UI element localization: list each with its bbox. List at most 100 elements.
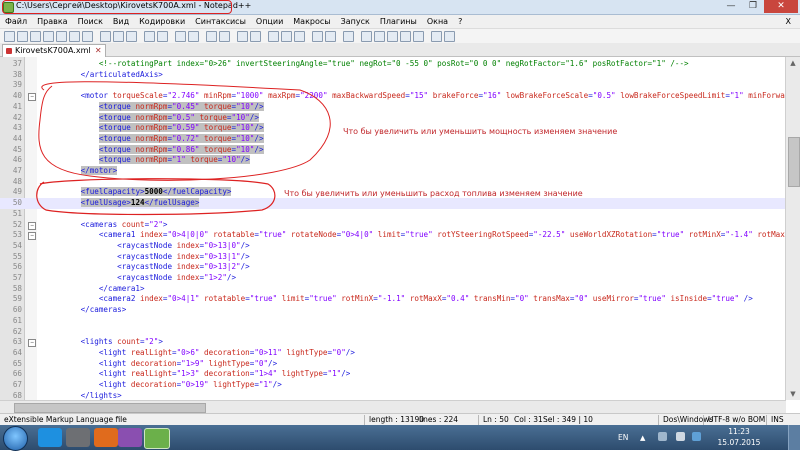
- fold-toggle-icon[interactable]: −: [28, 339, 36, 348]
- scroll-up-icon[interactable]: ▲: [786, 57, 800, 69]
- skype-icon[interactable]: [38, 428, 62, 447]
- cut-icon[interactable]: [100, 31, 111, 42]
- menu-edit[interactable]: Правка: [32, 15, 72, 28]
- code-line[interactable]: 61: [0, 316, 786, 327]
- spell-check-auto-icon[interactable]: [444, 31, 455, 42]
- copy-icon[interactable]: [113, 31, 124, 42]
- horizontal-scrollbar[interactable]: [0, 400, 786, 413]
- code-line[interactable]: 60 </cameras>: [0, 305, 786, 316]
- firefox-icon[interactable]: [94, 428, 118, 447]
- code-line[interactable]: 54 <raycastNode index="0>13|0"/>: [0, 241, 786, 252]
- code-line[interactable]: 52 <cameras count="2"> −: [0, 220, 786, 231]
- code-line[interactable]: 41 <torque normRpm="0.45" torque="10"/>: [0, 101, 786, 113]
- code-line[interactable]: 51: [0, 209, 786, 220]
- save-macro-icon[interactable]: [413, 31, 424, 42]
- code-line[interactable]: 65 <light decoration="1>9" lightType="0"…: [0, 359, 786, 370]
- replace-icon[interactable]: [188, 31, 199, 42]
- show-all-chars-icon[interactable]: [281, 31, 292, 42]
- new-file-icon[interactable]: [4, 31, 15, 42]
- close-all-icon[interactable]: [69, 31, 80, 42]
- sync-v-icon[interactable]: [237, 31, 248, 42]
- code-line[interactable]: 58 </camera1>: [0, 284, 786, 295]
- fold-toggle-icon[interactable]: −: [28, 232, 36, 241]
- code-line[interactable]: 56 <raycastNode index="0>13|2"/>: [0, 262, 786, 273]
- notepadpp-task-icon[interactable]: [144, 428, 170, 449]
- code-line[interactable]: 39: [0, 80, 786, 91]
- zoom-in-icon[interactable]: [206, 31, 217, 42]
- start-button[interactable]: [3, 426, 28, 451]
- folder-icon[interactable]: [66, 428, 90, 447]
- lang-icon[interactable]: [312, 31, 323, 42]
- code-line[interactable]: 53 <camera1 index="0>4|0|0" rotatable="t…: [0, 230, 786, 241]
- tab-kirovets-xml[interactable]: KirovetsK700A.xml ✕: [2, 44, 106, 57]
- spell-check-icon[interactable]: [431, 31, 442, 42]
- save-all-icon[interactable]: [43, 31, 54, 42]
- code-line[interactable]: 45 <torque normRpm="0.86" torque="10"/>: [0, 144, 786, 156]
- code-line[interactable]: 63 <lights count="2"> −: [0, 337, 786, 348]
- clock-time[interactable]: 11:23: [715, 427, 763, 436]
- code-line[interactable]: 38 </articulatedAxis>: [0, 70, 786, 81]
- menu-language[interactable]: Синтаксисы: [190, 15, 251, 28]
- record-macro-icon[interactable]: [361, 31, 372, 42]
- stop-macro-icon[interactable]: [374, 31, 385, 42]
- code-line[interactable]: 62: [0, 327, 786, 338]
- code-line[interactable]: 48: [0, 177, 786, 188]
- code-line[interactable]: 67 <light decoration="0>19" lightType="1…: [0, 380, 786, 391]
- print-icon[interactable]: [82, 31, 93, 42]
- doc-map-icon[interactable]: [325, 31, 336, 42]
- run-macro-multiple-icon[interactable]: [400, 31, 411, 42]
- code-editor[interactable]: 37 <!--rotatingPart index="0>26" invertS…: [0, 57, 786, 400]
- menu-plugins[interactable]: Плагины: [375, 15, 422, 28]
- code-line[interactable]: 40 <motor torqueScale="2.746" minRpm="10…: [0, 91, 786, 102]
- monitor-icon[interactable]: [343, 31, 354, 42]
- fold-toggle-icon[interactable]: −: [28, 93, 36, 102]
- fold-toggle-icon[interactable]: −: [28, 221, 36, 230]
- code-line[interactable]: 59 <camera2 index="0>4|1" rotatable="tru…: [0, 294, 786, 305]
- code-line[interactable]: 55 <raycastNode index="0>13|1"/>: [0, 252, 786, 263]
- menu-encoding[interactable]: Кодировки: [134, 15, 190, 28]
- code-line[interactable]: 42 <torque normRpm="0.5" torque="10"/>: [0, 112, 786, 124]
- clock-date[interactable]: 15.07.2015: [715, 438, 763, 447]
- volume-icon[interactable]: [676, 432, 685, 441]
- vertical-scroll-thumb[interactable]: [788, 137, 800, 187]
- code-line[interactable]: 47 </motor>: [0, 166, 786, 177]
- menu-view[interactable]: Вид: [108, 15, 134, 28]
- code-line[interactable]: 68 </lights>: [0, 391, 786, 400]
- tray-arrow-icon[interactable]: ▲: [640, 434, 645, 442]
- menu-run[interactable]: Запуск: [336, 15, 375, 28]
- close-file-icon[interactable]: [56, 31, 67, 42]
- vertical-scrollbar[interactable]: ▲ ▼: [785, 57, 800, 400]
- code-line[interactable]: 66 <light realLight="1>3" decoration="1>…: [0, 369, 786, 380]
- word-wrap-icon[interactable]: [268, 31, 279, 42]
- show-desktop-button[interactable]: [788, 425, 800, 450]
- paste-icon[interactable]: [126, 31, 137, 42]
- winrar-icon[interactable]: [118, 428, 142, 447]
- tray-app-icon[interactable]: [692, 432, 701, 441]
- menu-window[interactable]: Окна: [422, 15, 453, 28]
- play-macro-icon[interactable]: [387, 31, 398, 42]
- redo-icon[interactable]: [157, 31, 168, 42]
- tab-close-icon[interactable]: ✕: [95, 45, 102, 57]
- code-line[interactable]: 46 <torque normRpm="1" torque="10"/>: [0, 155, 786, 166]
- close-button[interactable]: ✕: [764, 0, 798, 13]
- code-line[interactable]: 37 <!--rotatingPart index="0>26" invertS…: [0, 59, 786, 70]
- undo-icon[interactable]: [144, 31, 155, 42]
- maximize-button[interactable]: ❐: [742, 0, 764, 13]
- menu-macro[interactable]: Макросы: [288, 15, 335, 28]
- sync-h-icon[interactable]: [250, 31, 261, 42]
- indent-guide-icon[interactable]: [294, 31, 305, 42]
- horizontal-scroll-thumb[interactable]: [14, 403, 206, 413]
- menu-search[interactable]: Поиск: [73, 15, 108, 28]
- scroll-down-icon[interactable]: ▼: [786, 388, 800, 400]
- minimize-button[interactable]: —: [720, 0, 742, 13]
- close-document-x[interactable]: X: [781, 15, 796, 28]
- code-line[interactable]: 64 <light realLight="0>6" decoration="0>…: [0, 348, 786, 359]
- zoom-out-icon[interactable]: [219, 31, 230, 42]
- open-file-icon[interactable]: [17, 31, 28, 42]
- input-language[interactable]: EN: [618, 433, 628, 442]
- code-line[interactable]: 57 <raycastNode index="1>2"/>: [0, 273, 786, 284]
- find-icon[interactable]: [175, 31, 186, 42]
- network-icon[interactable]: [658, 432, 667, 441]
- code-line[interactable]: 50 <fuelUsage>124</fuelUsage>: [0, 198, 786, 209]
- menu-settings[interactable]: Опции: [251, 15, 288, 28]
